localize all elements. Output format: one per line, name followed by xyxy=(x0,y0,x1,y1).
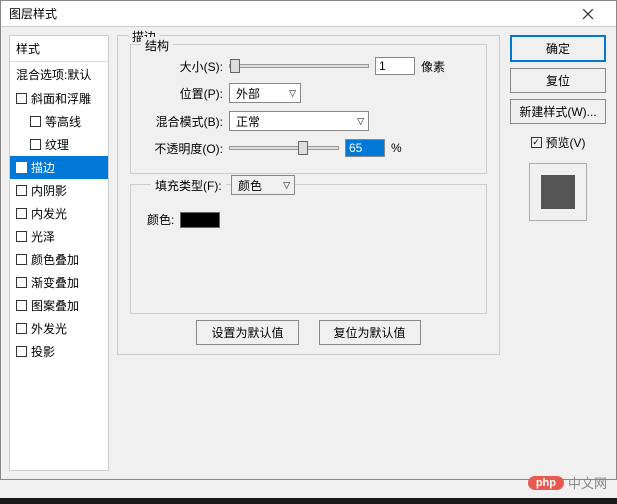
sidebar-item-gradient-overlay[interactable]: 渐变叠加 xyxy=(10,271,108,294)
sidebar-item-inner-glow[interactable]: 内发光 xyxy=(10,202,108,225)
checkbox-icon[interactable] xyxy=(16,254,27,265)
sidebar-item-inner-shadow[interactable]: 内阴影 xyxy=(10,179,108,202)
right-panel: 确定 复位 新建样式(W)... ✓ 预览(V) xyxy=(508,35,608,471)
window-title: 图层样式 xyxy=(9,5,568,22)
color-swatch[interactable] xyxy=(180,212,220,228)
sidebar-item-label: 内发光 xyxy=(31,205,67,222)
checkbox-checked-icon[interactable]: ✓ xyxy=(531,137,542,148)
sidebar-item-bevel[interactable]: 斜面和浮雕 xyxy=(10,87,108,110)
opacity-label: 不透明度(O): xyxy=(143,140,223,157)
sidebar-item-contour[interactable]: 等高线 xyxy=(10,110,108,133)
structure-group: 结构 大小(S): 像素 位置(P): 外部▽ 混合 xyxy=(130,44,487,174)
checkbox-icon[interactable] xyxy=(30,116,41,127)
sidebar-item-label: 投影 xyxy=(31,343,55,360)
sidebar-item-drop-shadow[interactable]: 投影 xyxy=(10,340,108,363)
sidebar-item-label: 纹理 xyxy=(45,136,69,153)
opacity-input[interactable] xyxy=(345,139,385,157)
sidebar-item-label: 渐变叠加 xyxy=(31,274,79,291)
structure-title: 结构 xyxy=(141,37,173,54)
close-icon xyxy=(583,9,593,19)
chevron-down-icon: ▽ xyxy=(283,180,290,191)
blend-mode-select[interactable]: 正常▽ xyxy=(229,111,369,131)
main-panel: 描边 结构 大小(S): 像素 位置(P): 外部▽ xyxy=(117,35,500,471)
watermark-text: 中文网 xyxy=(568,473,607,492)
checkbox-icon[interactable] xyxy=(16,162,27,173)
slider-thumb-icon[interactable] xyxy=(298,141,308,155)
preview-label: 预览(V) xyxy=(546,134,586,151)
titlebar: 图层样式 xyxy=(1,1,616,27)
size-label: 大小(S): xyxy=(143,58,223,75)
styles-sidebar: 样式 混合选项:默认 斜面和浮雕 等高线 纹理 描边 内阴影 内发光 光泽 颜色… xyxy=(9,35,109,471)
close-button[interactable] xyxy=(568,1,608,27)
sidebar-item-label: 光泽 xyxy=(31,228,55,245)
new-style-button[interactable]: 新建样式(W)... xyxy=(510,99,606,124)
sidebar-item-label: 图案叠加 xyxy=(31,297,79,314)
checkbox-icon[interactable] xyxy=(16,93,27,104)
fill-group: 填充类型(F): 颜色▽ 颜色: xyxy=(130,184,487,314)
size-input[interactable] xyxy=(375,57,415,75)
sidebar-item-satin[interactable]: 光泽 xyxy=(10,225,108,248)
size-slider[interactable] xyxy=(229,64,369,68)
set-default-button[interactable]: 设置为默认值 xyxy=(196,320,298,345)
stroke-group: 描边 结构 大小(S): 像素 位置(P): 外部▽ xyxy=(117,35,500,355)
opacity-unit: % xyxy=(391,141,402,155)
ok-button[interactable]: 确定 xyxy=(510,35,606,62)
sidebar-item-label: 颜色叠加 xyxy=(31,251,79,268)
color-label: 颜色: xyxy=(147,211,174,228)
chevron-down-icon: ▽ xyxy=(289,88,296,99)
sidebar-item-stroke[interactable]: 描边 xyxy=(10,156,108,179)
checkbox-icon[interactable] xyxy=(30,139,41,150)
sidebar-item-outer-glow[interactable]: 外发光 xyxy=(10,317,108,340)
preview-swatch xyxy=(541,175,575,209)
checkbox-icon[interactable] xyxy=(16,185,27,196)
position-select[interactable]: 外部▽ xyxy=(229,83,301,103)
cancel-button[interactable]: 复位 xyxy=(510,68,606,93)
checkbox-icon[interactable] xyxy=(16,208,27,219)
opacity-slider[interactable] xyxy=(229,146,339,150)
sidebar-header: 样式 xyxy=(10,36,108,62)
sidebar-item-pattern-overlay[interactable]: 图案叠加 xyxy=(10,294,108,317)
fill-type-select[interactable]: 颜色▽ xyxy=(231,175,295,195)
watermark-badge: php xyxy=(528,476,564,490)
checkbox-icon[interactable] xyxy=(16,346,27,357)
size-unit: 像素 xyxy=(421,58,445,75)
sidebar-item-texture[interactable]: 纹理 xyxy=(10,133,108,156)
chevron-down-icon: ▽ xyxy=(357,116,364,127)
preview-checkbox-row[interactable]: ✓ 预览(V) xyxy=(531,134,586,151)
checkbox-icon[interactable] xyxy=(16,300,27,311)
sidebar-item-label: 外发光 xyxy=(31,320,67,337)
blend-mode-label: 混合模式(B): xyxy=(143,113,223,130)
bottom-bar xyxy=(0,498,617,504)
preview-box xyxy=(529,163,587,221)
checkbox-icon[interactable] xyxy=(16,231,27,242)
checkbox-icon[interactable] xyxy=(16,277,27,288)
reset-default-button[interactable]: 复位为默认值 xyxy=(319,320,421,345)
sidebar-item-color-overlay[interactable]: 颜色叠加 xyxy=(10,248,108,271)
sidebar-item-label: 斜面和浮雕 xyxy=(31,90,91,107)
position-label: 位置(P): xyxy=(143,85,223,102)
checkbox-icon[interactable] xyxy=(16,323,27,334)
sidebar-subheader[interactable]: 混合选项:默认 xyxy=(10,62,108,87)
sidebar-item-label: 描边 xyxy=(31,159,55,176)
slider-thumb-icon[interactable] xyxy=(230,59,240,73)
fill-type-label: 填充类型(F): xyxy=(155,179,222,193)
sidebar-item-label: 等高线 xyxy=(45,113,81,130)
sidebar-item-label: 内阴影 xyxy=(31,182,67,199)
watermark: php 中文网 xyxy=(528,473,607,492)
